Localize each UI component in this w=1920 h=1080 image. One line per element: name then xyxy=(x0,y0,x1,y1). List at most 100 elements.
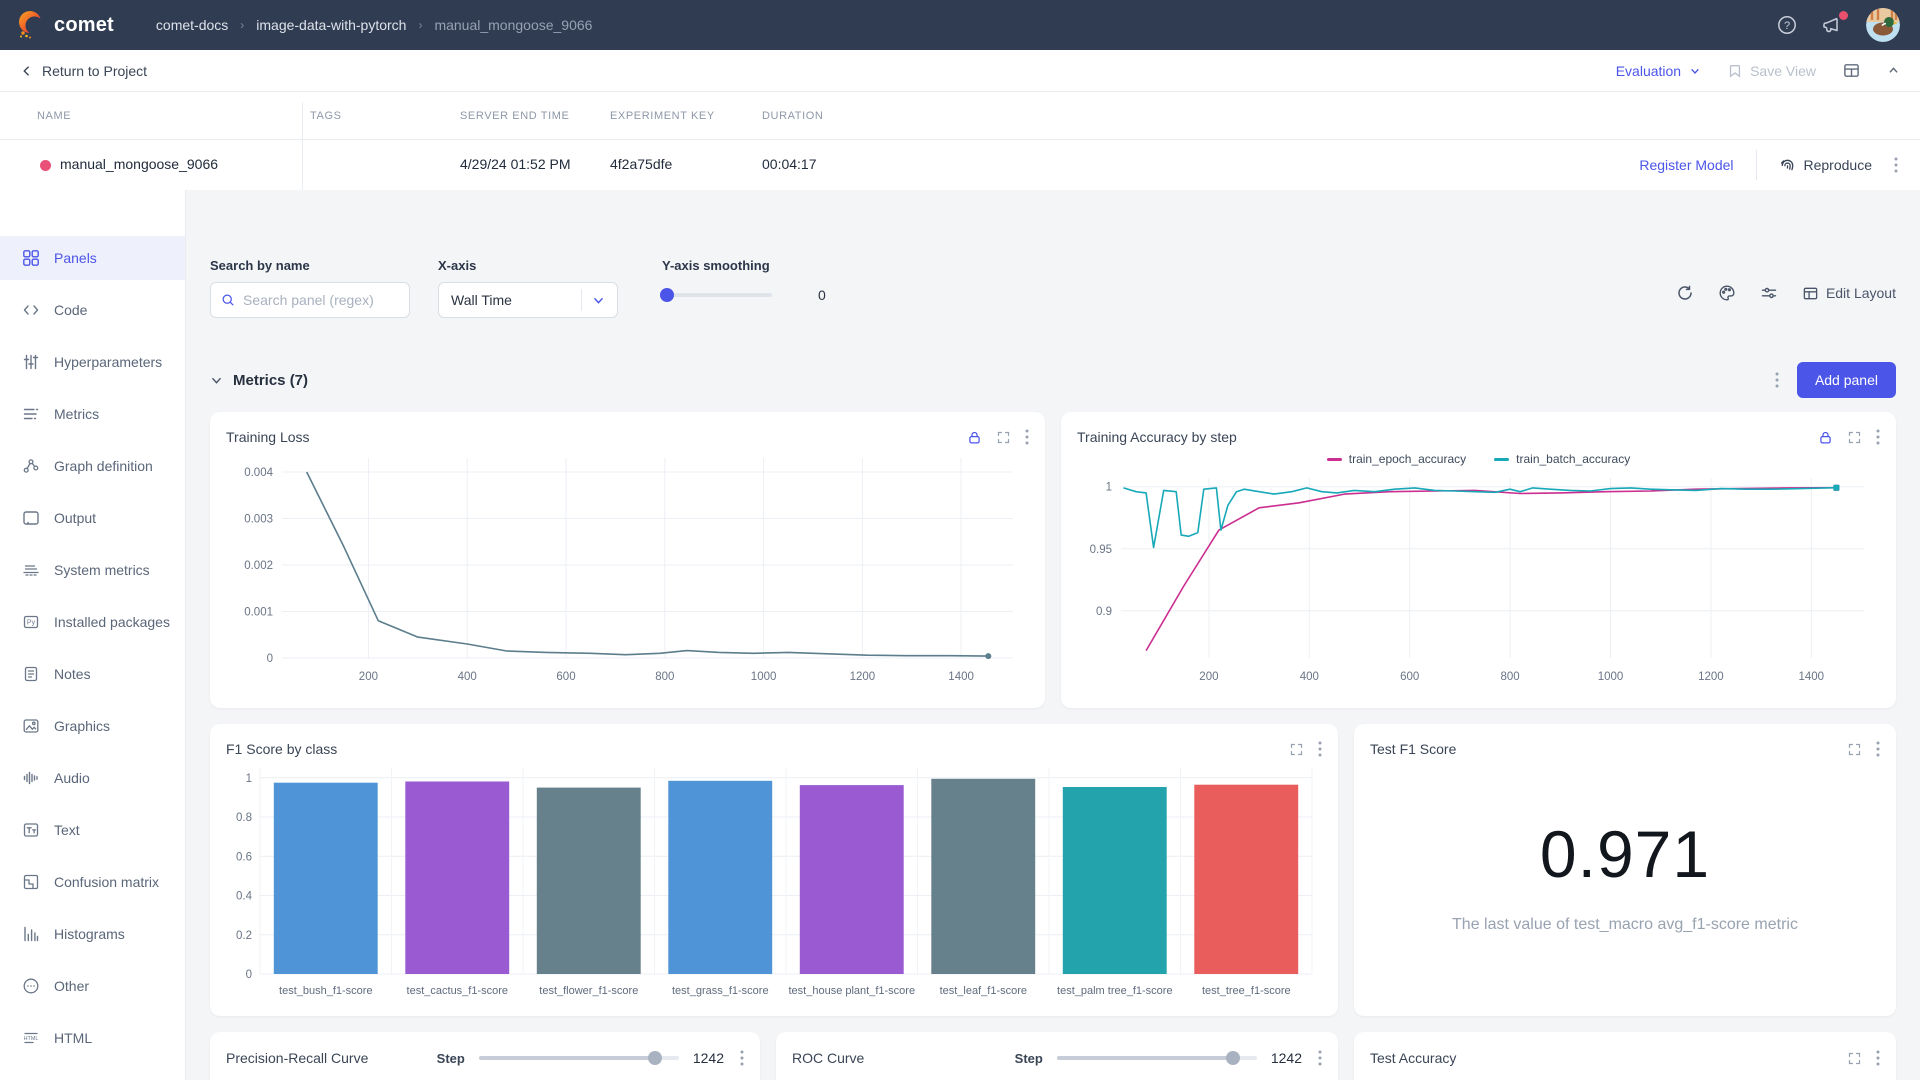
column-duration[interactable]: DURATION xyxy=(762,110,823,122)
sidebar-item-panels[interactable]: Panels xyxy=(0,236,185,280)
panel-kebab-menu-icon[interactable] xyxy=(1318,1050,1322,1066)
refresh-button[interactable] xyxy=(1676,284,1694,302)
sidebar-item-hyperparameters[interactable]: Hyperparameters xyxy=(0,340,185,384)
sidebar-item-code[interactable]: Code xyxy=(0,288,185,332)
step-label: Step xyxy=(437,1051,465,1066)
metrics-section-header: Metrics (7) Add panel xyxy=(210,362,1896,398)
sidebar-item-metrics[interactable]: Metrics xyxy=(0,392,185,436)
panel-controls: Search by name X-axis Wall Time Y-axis s xyxy=(210,258,1896,318)
expand-icon[interactable] xyxy=(1847,742,1862,757)
search-input[interactable] xyxy=(243,292,399,308)
pr-step-slider[interactable] xyxy=(479,1056,679,1060)
metrics-section-toggle[interactable]: Metrics (7) xyxy=(210,372,308,389)
panel-title: Training Loss xyxy=(226,429,310,445)
html-icon: HTML xyxy=(22,1029,40,1047)
layout-grid-icon[interactable] xyxy=(1842,62,1861,79)
search-icon xyxy=(221,292,235,308)
test-accuracy-panel: Test Accuracy xyxy=(1354,1032,1896,1080)
lock-icon[interactable] xyxy=(967,430,982,445)
sidebar-item-installed-packages[interactable]: Py Installed packages xyxy=(0,600,185,644)
output-icon xyxy=(22,509,40,527)
confusion-matrix-icon xyxy=(22,873,40,891)
experiment-key-link[interactable]: 4f2a75dfe xyxy=(610,156,672,172)
experiment-table-header: NAME TAGS SERVER END TIME EXPERIMENT KEY… xyxy=(0,92,1920,140)
training-accuracy-chart[interactable]: 2004006008001000120014000.90.951 xyxy=(1077,470,1880,694)
panel-kebab-menu-icon[interactable] xyxy=(1876,741,1880,757)
f1-score-bar-chart[interactable]: 00.20.40.60.81test_bush_f1-scoretest_cac… xyxy=(226,760,1322,1002)
sidebar-item-graph-definition[interactable]: Graph definition xyxy=(0,444,185,488)
panel-kebab-menu-icon[interactable] xyxy=(1318,741,1322,757)
svg-text:1000: 1000 xyxy=(1598,671,1624,683)
add-panel-button[interactable]: Add panel xyxy=(1797,362,1896,398)
expand-icon[interactable] xyxy=(996,430,1011,445)
expand-icon[interactable] xyxy=(1847,1051,1862,1066)
column-experiment-key[interactable]: EXPERIMENT KEY xyxy=(610,110,715,122)
roc-step-value: 1242 xyxy=(1271,1050,1302,1066)
sidebar-item-confusion-matrix[interactable]: Confusion matrix xyxy=(0,860,185,904)
row-kebab-menu-icon[interactable] xyxy=(1894,157,1898,173)
section-kebab-menu-icon[interactable] xyxy=(1775,372,1779,388)
color-palette-button[interactable] xyxy=(1718,284,1736,302)
smoothing-slider[interactable] xyxy=(662,293,772,297)
sidebar-item-notes[interactable]: Notes xyxy=(0,652,185,696)
panel-kebab-menu-icon[interactable] xyxy=(740,1050,744,1066)
roc-step-slider-thumb[interactable] xyxy=(1226,1051,1240,1065)
register-model-link[interactable]: Register Model xyxy=(1639,157,1733,173)
announcements-icon[interactable] xyxy=(1820,14,1844,36)
divider xyxy=(581,289,582,311)
experiment-name[interactable]: manual_mongoose_9066 xyxy=(60,156,218,172)
user-avatar[interactable] xyxy=(1866,8,1900,42)
comet-logo[interactable]: comet xyxy=(16,10,114,40)
panel-kebab-menu-icon[interactable] xyxy=(1025,429,1029,445)
edit-layout-icon xyxy=(1802,285,1819,302)
panel-kebab-menu-icon[interactable] xyxy=(1876,429,1880,445)
lock-icon[interactable] xyxy=(1818,430,1833,445)
chart-legend: train_epoch_accuracy train_batch_accurac… xyxy=(1077,448,1880,470)
return-to-project-link[interactable]: Return to Project xyxy=(20,63,147,79)
roc-step-slider[interactable] xyxy=(1057,1056,1257,1060)
legend-train-batch-accuracy[interactable]: train_batch_accuracy xyxy=(1494,452,1630,466)
chart-settings-button[interactable] xyxy=(1760,284,1778,302)
view-selector-value: Evaluation xyxy=(1616,63,1681,79)
column-server-end-time[interactable]: SERVER END TIME xyxy=(460,110,569,122)
svg-text:1400: 1400 xyxy=(1799,671,1825,683)
sidebar-item-text[interactable]: Text xyxy=(0,808,185,852)
collapse-chevron-icon[interactable] xyxy=(1887,64,1900,77)
sidebar-item-graphics[interactable]: Graphics xyxy=(0,704,185,748)
search-label: Search by name xyxy=(210,258,410,273)
sidebar-item-other[interactable]: Other xyxy=(0,964,185,1008)
expand-icon[interactable] xyxy=(1289,742,1304,757)
panel-title: F1 Score by class xyxy=(226,741,337,757)
pr-step-slider-thumb[interactable] xyxy=(648,1051,662,1065)
help-icon[interactable]: ? xyxy=(1776,14,1798,36)
edit-layout-button[interactable]: Edit Layout xyxy=(1802,285,1896,302)
save-view-button[interactable]: Save View xyxy=(1727,63,1816,79)
breadcrumb-project[interactable]: image-data-with-pytorch xyxy=(256,17,406,33)
reproduce-button[interactable]: Reproduce xyxy=(1779,157,1873,174)
expand-icon[interactable] xyxy=(1847,430,1862,445)
xaxis-select[interactable]: Wall Time xyxy=(438,282,618,318)
sidebar-item-system-metrics[interactable]: System metrics xyxy=(0,548,185,592)
metrics-icon xyxy=(22,405,40,423)
experiment-row[interactable]: manual_mongoose_9066 4/29/24 01:52 PM 4f… xyxy=(0,140,1920,190)
view-selector[interactable]: Evaluation xyxy=(1616,63,1701,79)
training-loss-chart[interactable]: 20040060080010001200140000.0010.0020.003… xyxy=(226,448,1029,694)
refresh-icon xyxy=(1676,284,1694,302)
column-name[interactable]: NAME xyxy=(37,110,71,122)
column-tags[interactable]: TAGS xyxy=(310,110,342,122)
save-view-label: Save View xyxy=(1750,63,1816,79)
sidebar-item-html[interactable]: HTML HTML xyxy=(0,1016,185,1060)
xaxis-select-value: Wall Time xyxy=(451,292,512,308)
breadcrumb-workspace[interactable]: comet-docs xyxy=(156,17,228,33)
sidebar-item-histograms[interactable]: Histograms xyxy=(0,912,185,956)
panel-title: Training Accuracy by step xyxy=(1077,429,1237,445)
sidebar-item-audio[interactable]: Audio xyxy=(0,756,185,800)
sidebar-item-label: Confusion matrix xyxy=(54,874,159,890)
svg-text:800: 800 xyxy=(1501,671,1520,683)
smoothing-slider-thumb[interactable] xyxy=(660,288,674,302)
step-label: Step xyxy=(1015,1051,1043,1066)
sidebar-item-output[interactable]: Output xyxy=(0,496,185,540)
legend-train-epoch-accuracy[interactable]: train_epoch_accuracy xyxy=(1327,452,1466,466)
sidebar-item-label: Other xyxy=(54,978,89,994)
panel-kebab-menu-icon[interactable] xyxy=(1876,1050,1880,1066)
